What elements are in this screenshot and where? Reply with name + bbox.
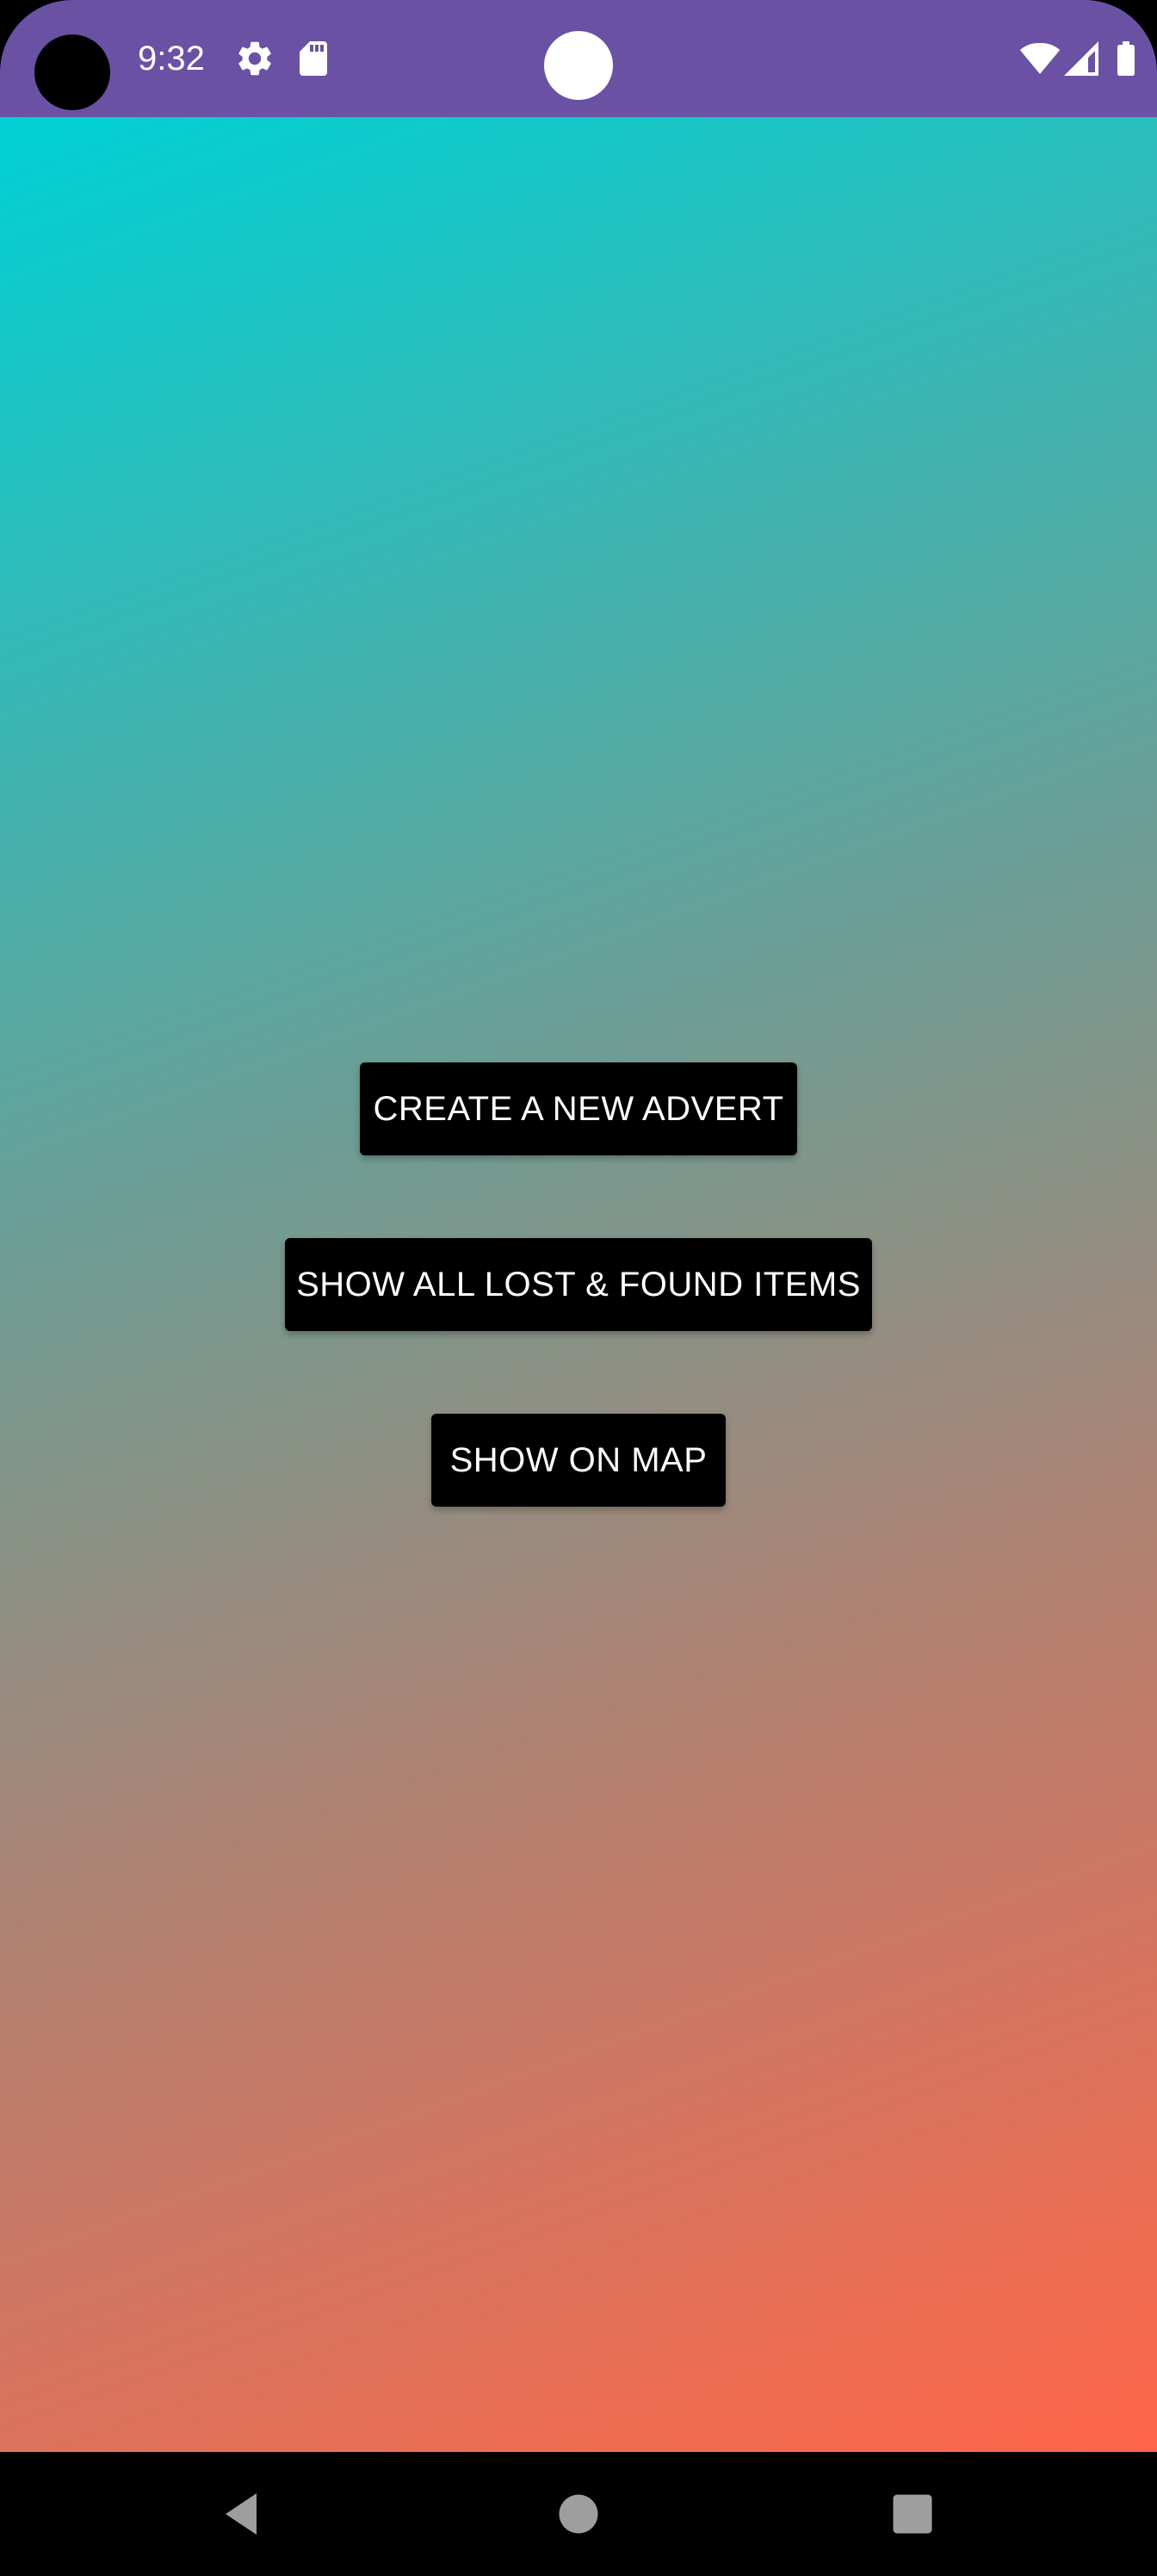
center-indicator: [544, 31, 613, 100]
show-on-map-button[interactable]: SHOW ON MAP: [431, 1414, 726, 1507]
recents-icon[interactable]: [882, 2483, 944, 2545]
navigation-bar: [0, 2452, 1157, 2576]
main-content: CREATE A NEW ADVERT SHOW ALL LOST & FOUN…: [0, 117, 1157, 2452]
status-bar: 9:32: [0, 0, 1157, 117]
wifi-icon: [1019, 38, 1061, 79]
home-icon[interactable]: [548, 2483, 609, 2545]
battery-icon: [1105, 38, 1147, 79]
signal-icon: [1061, 38, 1102, 79]
back-icon[interactable]: [210, 2483, 272, 2545]
settings-gear-icon: [234, 38, 275, 79]
camera-hole: [34, 34, 110, 110]
status-time: 9:32: [138, 40, 205, 77]
show-all-lost-found-items-button[interactable]: SHOW ALL LOST & FOUND ITEMS: [285, 1238, 872, 1331]
sd-card-icon: [293, 38, 334, 79]
phone-screen: 9:32 CREATE A NEW ADVERT SHOW ALL LOST &…: [0, 0, 1157, 2576]
create-new-advert-button[interactable]: CREATE A NEW ADVERT: [360, 1062, 797, 1155]
